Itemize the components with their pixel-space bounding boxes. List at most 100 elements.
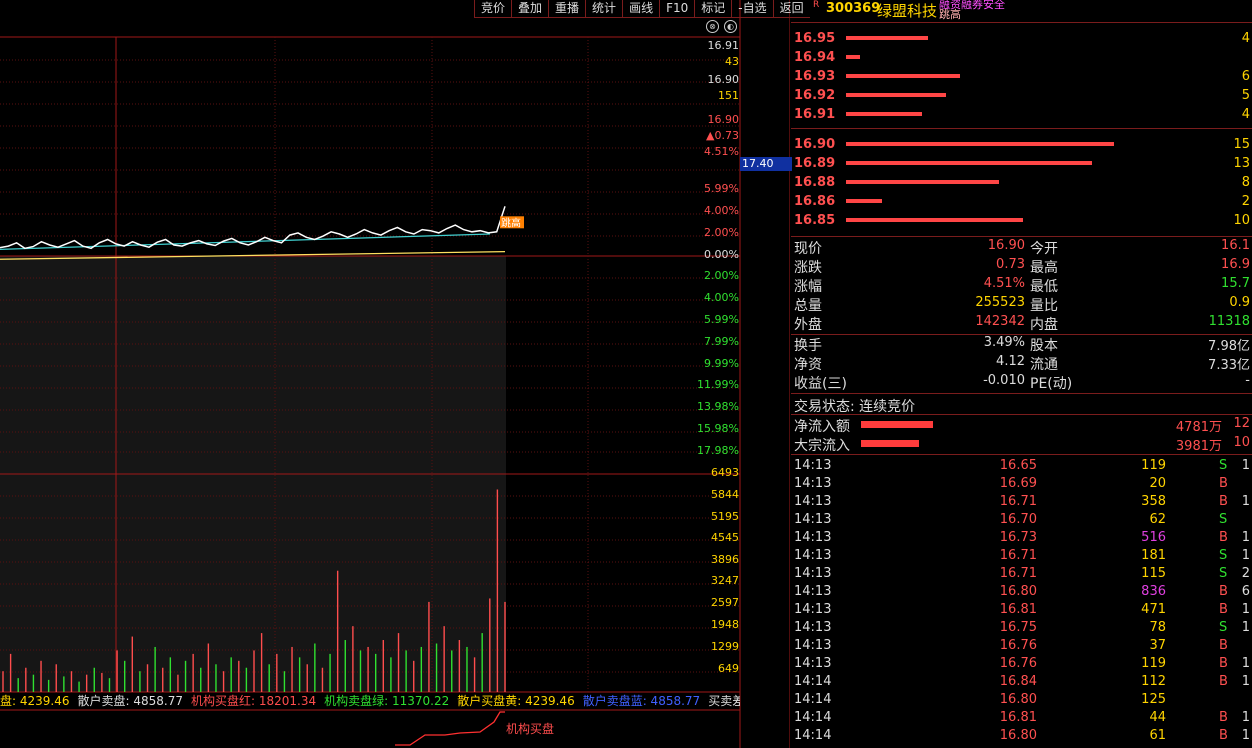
quote-label: 总量: [794, 298, 822, 314]
separator: [791, 236, 1252, 237]
axis-pct-label: 9.99%: [704, 357, 739, 370]
tick-direction: B: [1219, 584, 1228, 599]
ob-price: 16.94: [794, 50, 836, 65]
tick-row[interactable]: 14:13 16.75 78 S 1: [791, 619, 1252, 637]
ob-volume: 2: [1241, 194, 1250, 209]
tick-time: 14:13: [794, 584, 832, 599]
ob-volume-bar: [846, 36, 928, 40]
tick-price: 16.73: [999, 530, 1037, 545]
tick-volume: 37: [1149, 638, 1166, 653]
axis-pct-label: 7.99%: [704, 335, 739, 348]
toolbar-btn-1[interactable]: 叠加: [511, 0, 549, 18]
ob-volume-bar: [846, 55, 860, 59]
ob-volume: 4: [1241, 31, 1250, 46]
tick-time: 14:14: [794, 692, 832, 707]
axis-vol-label: 1299: [711, 640, 739, 653]
flow-tail: 10: [1233, 435, 1250, 450]
bid-row[interactable]: 16.85 10: [791, 212, 1252, 230]
tick-direction: B: [1219, 638, 1228, 653]
tick-row[interactable]: 14:13 16.81 471 B 1: [791, 601, 1252, 619]
bid-row[interactable]: 16.89 13: [791, 155, 1252, 173]
axis-top-label: 16.90: [707, 113, 740, 126]
quote-row: 涨幅 4.51% 最低 15.7: [791, 276, 1252, 295]
bid-row[interactable]: 16.86 2: [791, 193, 1252, 211]
toolbar-btn-7[interactable]: -自选: [731, 0, 773, 18]
quote-value: 7.98亿: [1208, 339, 1250, 354]
tick-row[interactable]: 14:13 16.76 119 B 1: [791, 655, 1252, 673]
axis-vol-label: 2597: [711, 596, 739, 609]
tick-row[interactable]: 14:13 16.71 181 S 1: [791, 547, 1252, 565]
tick-row[interactable]: 14:13 16.65 119 S 1: [791, 457, 1252, 475]
axis-top-label: 4.51%: [704, 145, 739, 158]
axis-pct-label: 5.99%: [704, 313, 739, 326]
tick-tail: 1: [1241, 530, 1250, 545]
ob-volume-bar: [846, 161, 1092, 165]
bid-row[interactable]: 16.90 15: [791, 136, 1252, 154]
tick-row[interactable]: 14:13 16.73 516 B 1: [791, 529, 1252, 547]
tick-row[interactable]: 14:13 16.70 62 S: [791, 511, 1252, 529]
tick-tail: 6: [1241, 584, 1250, 599]
axis-pct-label: 2.00%: [704, 226, 739, 239]
tick-tail: 1: [1241, 710, 1250, 725]
quote-row: 换手 3.49% 股本 7.98亿: [791, 335, 1252, 354]
quote-value: 0.73: [996, 257, 1025, 272]
axis-top-label: 16.90: [707, 73, 740, 86]
quote-label: 今开: [1030, 241, 1058, 257]
separator: [791, 454, 1252, 455]
stock-code[interactable]: 300369: [826, 1, 880, 16]
ask-row[interactable]: 16.93 6: [791, 68, 1252, 86]
flow-value: 4781万: [1175, 420, 1222, 435]
tick-row[interactable]: 14:13 16.71 358 B 1: [791, 493, 1252, 511]
bid-row[interactable]: 16.88 8: [791, 174, 1252, 192]
quote-label: 换手: [794, 338, 822, 354]
ob-volume-bar: [846, 218, 1023, 222]
toolbar-btn-2[interactable]: 重播: [548, 0, 586, 18]
chart-toolbar: 竞价 叠加 重播 统计 画线 F10 标记 -自选 返回: [474, 0, 810, 18]
toolbar-btn-6[interactable]: 标记: [694, 0, 732, 18]
legend-item: 机构卖盘绿: 11370.22: [324, 694, 450, 708]
toolbar-btn-4[interactable]: 画线: [622, 0, 660, 18]
ask-row[interactable]: 16.94: [791, 49, 1252, 67]
close-icon[interactable]: ⊗: [706, 20, 719, 33]
tick-tail: 1: [1241, 620, 1250, 635]
stock-name[interactable]: 绿盟科技: [877, 0, 937, 21]
axis-top-label: 151: [718, 89, 739, 102]
tick-row[interactable]: 14:13 16.71 115 S 2: [791, 565, 1252, 583]
quote-value: 15.7: [1221, 276, 1250, 291]
tick-time: 14:13: [794, 566, 832, 581]
tick-tail: 1: [1241, 674, 1250, 689]
tick-row[interactable]: 14:13 16.76 37 B: [791, 637, 1252, 655]
axis-pct-label: 0.00%: [704, 248, 739, 261]
tick-row[interactable]: 14:13 16.80 836 B 6: [791, 583, 1252, 601]
ask-row[interactable]: 16.91 4: [791, 106, 1252, 124]
ask-row[interactable]: 16.95 4: [791, 30, 1252, 48]
tick-row[interactable]: 14:13 16.69 20 B: [791, 475, 1252, 493]
legend-item: 散户买盘黄: 4239.46: [457, 694, 575, 708]
quote-value: -: [1245, 373, 1250, 388]
settings-icon[interactable]: ◐: [724, 20, 737, 33]
flow-row: 大宗流入 3981万 10: [791, 435, 1252, 454]
toolbar-btn-3[interactable]: 统计: [585, 0, 623, 18]
tick-row[interactable]: 14:14 16.80 125: [791, 691, 1252, 709]
tick-volume: 78: [1149, 620, 1166, 635]
tick-row[interactable]: 14:14 16.81 44 B 1: [791, 709, 1252, 727]
toolbar-btn-0[interactable]: 竞价: [474, 0, 512, 18]
quote-row: 总量 255523 量比 0.9: [791, 295, 1252, 314]
quote-label: 现价: [794, 241, 822, 257]
tick-direction: B: [1219, 656, 1228, 671]
tick-row[interactable]: 14:14 16.80 61 B 1: [791, 727, 1252, 745]
tick-tail: 1: [1241, 548, 1250, 563]
tick-direction: S: [1219, 566, 1228, 581]
tick-price: 16.81: [999, 602, 1037, 617]
legend-item: 散户卖盘: 4858.77: [77, 694, 183, 708]
quote-value: 16.90: [987, 238, 1025, 253]
tick-row[interactable]: 14:14 16.84 112 B 1: [791, 673, 1252, 691]
ob-price: 16.86: [794, 194, 836, 209]
tick-time: 14:13: [794, 494, 832, 509]
toolbar-btn-5[interactable]: F10: [659, 0, 695, 18]
tick-direction: S: [1219, 620, 1228, 635]
ob-price: 16.95: [794, 31, 836, 46]
intraday-chart[interactable]: 跳高机构买盘: [0, 0, 790, 748]
ask-row[interactable]: 16.92 5: [791, 87, 1252, 105]
quote-label: 涨跌: [794, 260, 822, 276]
